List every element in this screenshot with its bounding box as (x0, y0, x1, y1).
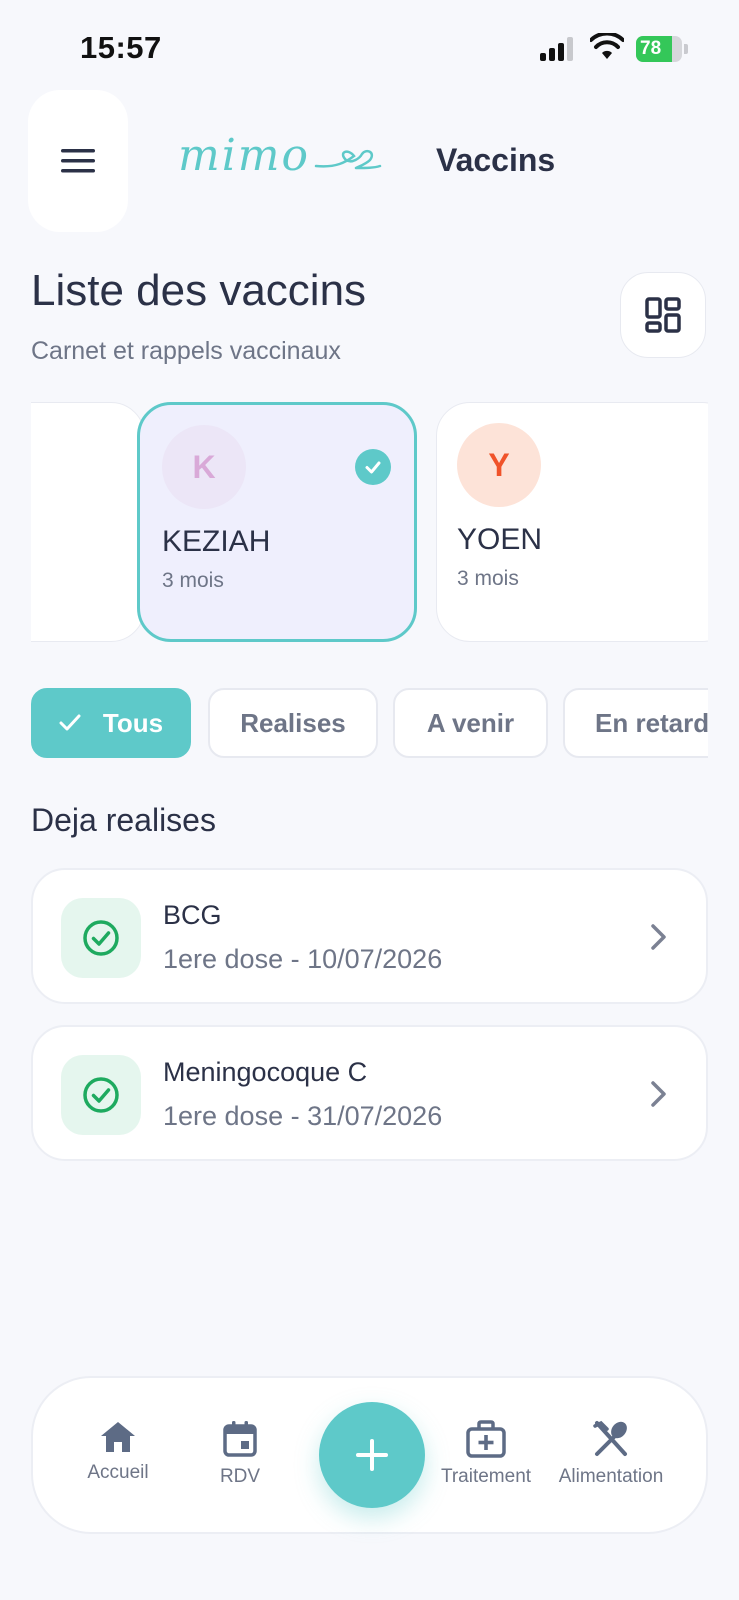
medical-kit-icon (466, 1420, 506, 1458)
vaccine-dose-date: 1ere dose - 10/07/2026 (163, 944, 443, 974)
nav-label: RDV (219, 1466, 261, 1487)
vaccine-dose-date: 1ere dose - 31/07/2026 (163, 1101, 443, 1131)
status-time: 15:57 (80, 30, 162, 65)
nav-item-alimentation[interactable]: Alimentation (555, 1420, 667, 1488)
page-subtitle: Carnet et rappels vaccinaux (31, 337, 341, 365)
vaccine-card[interactable]: BCG 1ere dose - 10/07/2026 (31, 868, 708, 1004)
profile-card-yoen[interactable]: Y YOEN 3 mois (436, 402, 708, 642)
grid-view-button[interactable] (620, 272, 706, 358)
profile-age: 3 mois (162, 569, 224, 592)
nav-label: Alimentation (558, 1466, 664, 1487)
mimo-logo: mimo (178, 130, 382, 181)
nav-label: Accueil (87, 1462, 149, 1483)
add-button[interactable] (319, 1402, 425, 1508)
nav-item-rdv[interactable]: RDV (205, 1420, 275, 1488)
wifi-icon (590, 33, 624, 59)
nav-item-accueil[interactable]: Accueil (83, 1420, 153, 1484)
app-header: mimo Vaccins (0, 90, 739, 235)
profile-card-partial[interactable] (31, 402, 145, 642)
battery-icon: 78 (636, 36, 688, 62)
avatar-initial: K (192, 448, 216, 485)
filter-chip-label: Realises (240, 707, 346, 738)
avatar: Y (457, 423, 541, 507)
hamburger-menu-icon (61, 149, 95, 173)
nav-item-traitement[interactable]: Traitement (438, 1420, 534, 1488)
profile-card-keziah[interactable]: K KEZIAH 3 mois (137, 402, 417, 642)
check-icon (59, 714, 81, 731)
page-header-title: Vaccins (436, 142, 556, 178)
filter-chip-a-venir[interactable]: A venir (393, 688, 548, 758)
plus-icon (356, 1439, 388, 1471)
check-circle-icon (61, 1055, 141, 1135)
avatar: K (162, 425, 246, 509)
utensils-icon (593, 1420, 627, 1456)
home-icon (101, 1422, 135, 1452)
nav-label: Traitement (440, 1466, 532, 1487)
child-profiles-carousel[interactable]: K KEZIAH 3 mois Y YOEN 3 mois (31, 398, 708, 646)
filter-chips: Tous Realises A venir En retard (31, 686, 708, 762)
battery-level: 78 (640, 38, 662, 59)
cellular-signal-icon (540, 37, 578, 61)
vaccine-name: BCG (163, 900, 222, 930)
avatar-initial: Y (488, 446, 510, 483)
bottom-navigation: Accueil RDV Traitement Alimentation (31, 1376, 708, 1534)
selected-check-icon (355, 449, 391, 485)
chevron-right-icon (651, 1081, 666, 1107)
filter-chip-tous[interactable]: Tous (31, 688, 191, 758)
vaccine-name: Meningocoque C (163, 1057, 368, 1087)
filter-chip-label: Tous (102, 707, 164, 738)
profile-name: YOEN (457, 523, 543, 556)
section-title: Deja realises (31, 802, 216, 838)
status-bar: 15:57 78 (0, 0, 739, 90)
filter-chip-label: A venir (426, 707, 515, 738)
profile-age: 3 mois (457, 567, 519, 590)
filter-chip-en-retard[interactable]: En retard (563, 688, 708, 758)
filter-chip-realises[interactable]: Realises (208, 688, 378, 758)
menu-button[interactable] (28, 90, 128, 232)
grid-view-icon (645, 297, 681, 333)
page-title: Liste des vaccins (31, 266, 367, 315)
profile-name: KEZIAH (162, 525, 271, 558)
logo-text: mimo (178, 130, 310, 181)
chevron-right-icon (651, 924, 666, 950)
calendar-icon (223, 1421, 257, 1457)
filter-chip-label: En retard (595, 707, 708, 738)
check-circle-icon (61, 898, 141, 978)
vaccine-card[interactable]: Meningocoque C 1ere dose - 31/07/2026 (31, 1025, 708, 1161)
